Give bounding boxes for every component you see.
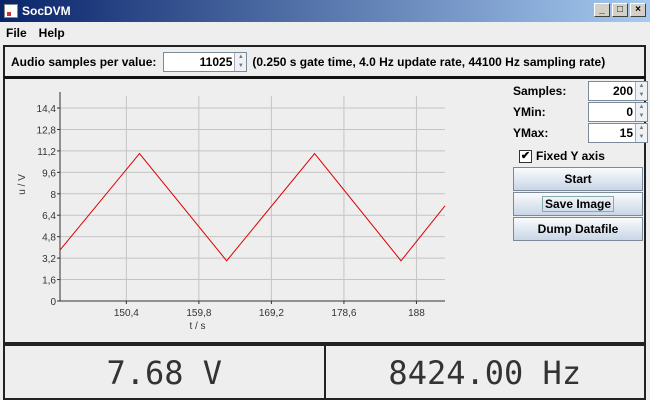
ymax-spinner[interactable]: ▲▼ (588, 123, 648, 143)
title-bar: SocDVM _ □ × (0, 0, 650, 22)
voltage-chart: 0 1,6 3,2 4,8 6,4 8 9,6 11,2 12,8 14,4 150,4 159,8 1… (17, 92, 446, 332)
voltage-series-line (59, 152, 446, 262)
y-tick-label: 9,6 (42, 168, 56, 179)
ymax-input[interactable] (589, 124, 635, 142)
readout-panel: 7.68 V 8424.00 Hz (3, 344, 646, 400)
spinner-up-icon[interactable]: ▲ (636, 124, 647, 133)
samples-spinner[interactable]: ▲▼ (588, 81, 648, 101)
x-tick-label: 159,8 (186, 308, 211, 319)
audio-samples-input[interactable] (164, 52, 235, 71)
ymin-spinner[interactable]: ▲▼ (588, 102, 648, 122)
spinner-down-icon[interactable]: ▼ (636, 133, 647, 142)
x-tick-label: 178,6 (331, 308, 356, 319)
x-tick-label: 188 (408, 308, 425, 319)
ymin-label: YMin: (513, 105, 546, 119)
menu-bar: File Help (0, 22, 650, 44)
menu-help[interactable]: Help (39, 26, 65, 40)
voltage-display: 7.68 V (5, 346, 326, 398)
save-image-button[interactable]: Save Image (513, 192, 643, 216)
y-tick-label: 8 (50, 190, 56, 201)
y-axis-label: u / V (17, 174, 28, 195)
frequency-display: 8424.00 Hz (388, 354, 582, 392)
spinner-down-icon[interactable]: ▼ (235, 61, 247, 71)
x-tick-label: 150,4 (114, 308, 139, 319)
close-button[interactable]: × (630, 3, 646, 17)
x-tick-label: 169,2 (259, 308, 284, 319)
app-icon (4, 4, 18, 18)
ymax-label: YMax: (513, 126, 549, 140)
rate-info: (0.250 s gate time, 4.0 Hz update rate, … (252, 54, 606, 69)
y-tick-label: 6,4 (42, 211, 56, 222)
audio-samples-panel: Audio samples per value: ▲▼ (0.250 s gat… (3, 45, 646, 76)
window-title: SocDVM (22, 4, 71, 18)
spinner-up-icon[interactable]: ▲ (235, 52, 247, 62)
start-button[interactable]: Start (513, 167, 643, 191)
menu-file[interactable]: File (6, 26, 27, 40)
samples-input[interactable] (589, 82, 635, 100)
audio-samples-label: Audio samples per value: (11, 54, 157, 69)
y-tick-label: 4,8 (42, 233, 56, 244)
y-tick-label: 11,2 (37, 147, 56, 158)
minimize-button[interactable]: _ (594, 3, 610, 17)
spinner-down-icon[interactable]: ▼ (636, 91, 647, 100)
audio-samples-spinner[interactable]: ▲▼ (163, 51, 248, 72)
y-tick-label: 14,4 (37, 104, 57, 115)
y-tick-label: 12,8 (37, 125, 57, 136)
control-panel: Samples: ▲▼ YMin: ▲▼ YMax: ▲▼ ✔Fixed Y a… (513, 81, 648, 242)
y-tick-label: 3,2 (42, 254, 56, 265)
samples-label: Samples: (513, 84, 567, 98)
spinner-down-icon[interactable]: ▼ (636, 112, 647, 121)
y-tick-label: 1,6 (42, 276, 56, 287)
y-tick-label: 0 (50, 297, 56, 308)
ymin-input[interactable] (589, 103, 635, 121)
spinner-up-icon[interactable]: ▲ (636, 82, 647, 91)
maximize-button[interactable]: □ (612, 3, 628, 17)
checkmark-icon[interactable]: ✔ (519, 149, 532, 163)
main-panel: 0 1,6 3,2 4,8 6,4 8 9,6 11,2 12,8 14,4 150,4 159,8 1… (3, 76, 648, 344)
dump-datafile-button[interactable]: Dump Datafile (513, 217, 643, 241)
fixed-y-axis-checkbox[interactable]: ✔ Fixed Y axis (519, 149, 648, 163)
fixed-y-axis-label: Fixed Y axis (536, 149, 605, 163)
x-axis-label: t / s (189, 321, 205, 332)
spinner-up-icon[interactable]: ▲ (636, 103, 647, 112)
save-image-label: Save Image (541, 196, 615, 212)
